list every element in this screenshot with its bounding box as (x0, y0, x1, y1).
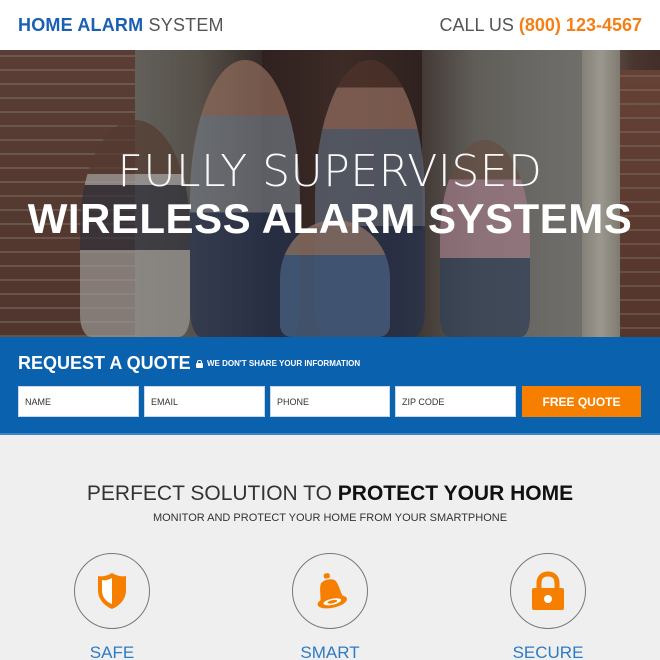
feature-label-safe: SAFE (89, 643, 135, 660)
hero-headline-line1: FULLY SUPERVISED (117, 146, 543, 197)
features-heading: PERFECT SOLUTION TO PROTECT YOUR HOME (0, 482, 660, 506)
quote-form-title: REQUEST A QUOTE (18, 353, 191, 373)
feature-secure: SECURE (510, 553, 586, 660)
logo-bold-text: HOME ALARM (18, 14, 144, 35)
features-subheading: MONITOR AND PROTECT YOUR HOME FROM YOUR … (152, 512, 508, 524)
features-heading-light: PERFECT SOLUTION TO (86, 482, 332, 505)
feature-safe: SAFE (74, 553, 150, 660)
phone-input[interactable] (270, 386, 390, 417)
lock-icon (532, 571, 564, 610)
quote-form: REQUEST A QUOTE WE DON'T SHARE YOUR INFO… (0, 337, 660, 435)
feature-icon-circle (292, 553, 368, 629)
phone-number-link[interactable]: (800) 123-4567 (519, 15, 642, 35)
feature-icon-circle (74, 553, 150, 629)
call-us-label: CALL US (439, 14, 514, 35)
call-us: CALL US (800) 123-4567 (440, 15, 642, 36)
feature-icon-circle (510, 553, 586, 629)
hero-banner: FULLY SUPERVISED WIRELESS ALARM SYSTEMS (0, 50, 660, 337)
shield-icon (98, 573, 126, 609)
privacy-note-text: WE DON'T SHARE YOUR INFORMATION (207, 359, 361, 368)
bell-icon (317, 573, 348, 609)
feature-label-secure: SECURE (512, 643, 584, 660)
name-input[interactable] (18, 386, 139, 417)
features-heading-bold: PROTECT YOUR HOME (337, 482, 574, 505)
logo[interactable]: HOME ALARM SYSTEM (18, 15, 224, 36)
hero-headline-line2: WIRELESS ALARM SYSTEMS (27, 195, 633, 242)
email-input[interactable] (144, 386, 265, 417)
feature-smart: SMART (292, 553, 368, 660)
zip-code-input[interactable] (395, 386, 516, 417)
lock-icon (196, 359, 203, 368)
site-header: HOME ALARM SYSTEM CALL US (800) 123-4567 (0, 0, 660, 50)
feature-label-smart: SMART (300, 643, 360, 660)
logo-light-text: SYSTEM (148, 14, 224, 35)
privacy-note: WE DON'T SHARE YOUR INFORMATION (196, 359, 360, 368)
free-quote-button[interactable]: FREE QUOTE (522, 386, 641, 417)
